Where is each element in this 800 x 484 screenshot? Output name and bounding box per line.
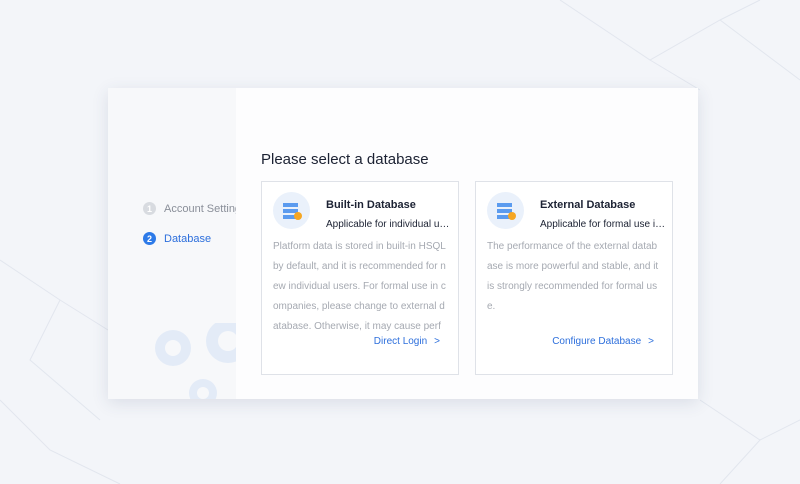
gears-illustration-icon <box>155 323 236 399</box>
card-subtitle: Applicable for individual users <box>326 219 454 230</box>
page-title: Please select a database <box>261 151 429 168</box>
chevron-right-icon: > <box>434 336 440 347</box>
database-server-icon <box>487 192 524 229</box>
step-account-settings[interactable]: 1Account Settings <box>143 202 236 215</box>
direct-login-link[interactable]: Direct Login > <box>374 336 440 347</box>
database-server-icon <box>273 192 310 229</box>
chevron-right-icon: > <box>648 336 654 347</box>
card-description: The performance of the external database… <box>487 241 659 312</box>
card-description: Platform data is stored in built-in HSQL… <box>273 241 446 332</box>
card-subtitle: Applicable for formal use in companies <box>540 219 668 230</box>
configure-database-link[interactable]: Configure Database > <box>552 336 654 347</box>
external-database-card[interactable]: External Database Applicable for formal … <box>475 181 673 375</box>
builtin-database-card[interactable]: Built-in Database Applicable for individ… <box>261 181 459 375</box>
card-title: External Database <box>540 199 636 211</box>
steps-sidebar: 1Account Settings 2Database <box>108 88 236 399</box>
setup-dialog: 1Account Settings 2Database Please selec… <box>108 88 698 399</box>
card-title: Built-in Database <box>326 199 416 211</box>
step-database[interactable]: 2 Database <box>143 232 211 245</box>
